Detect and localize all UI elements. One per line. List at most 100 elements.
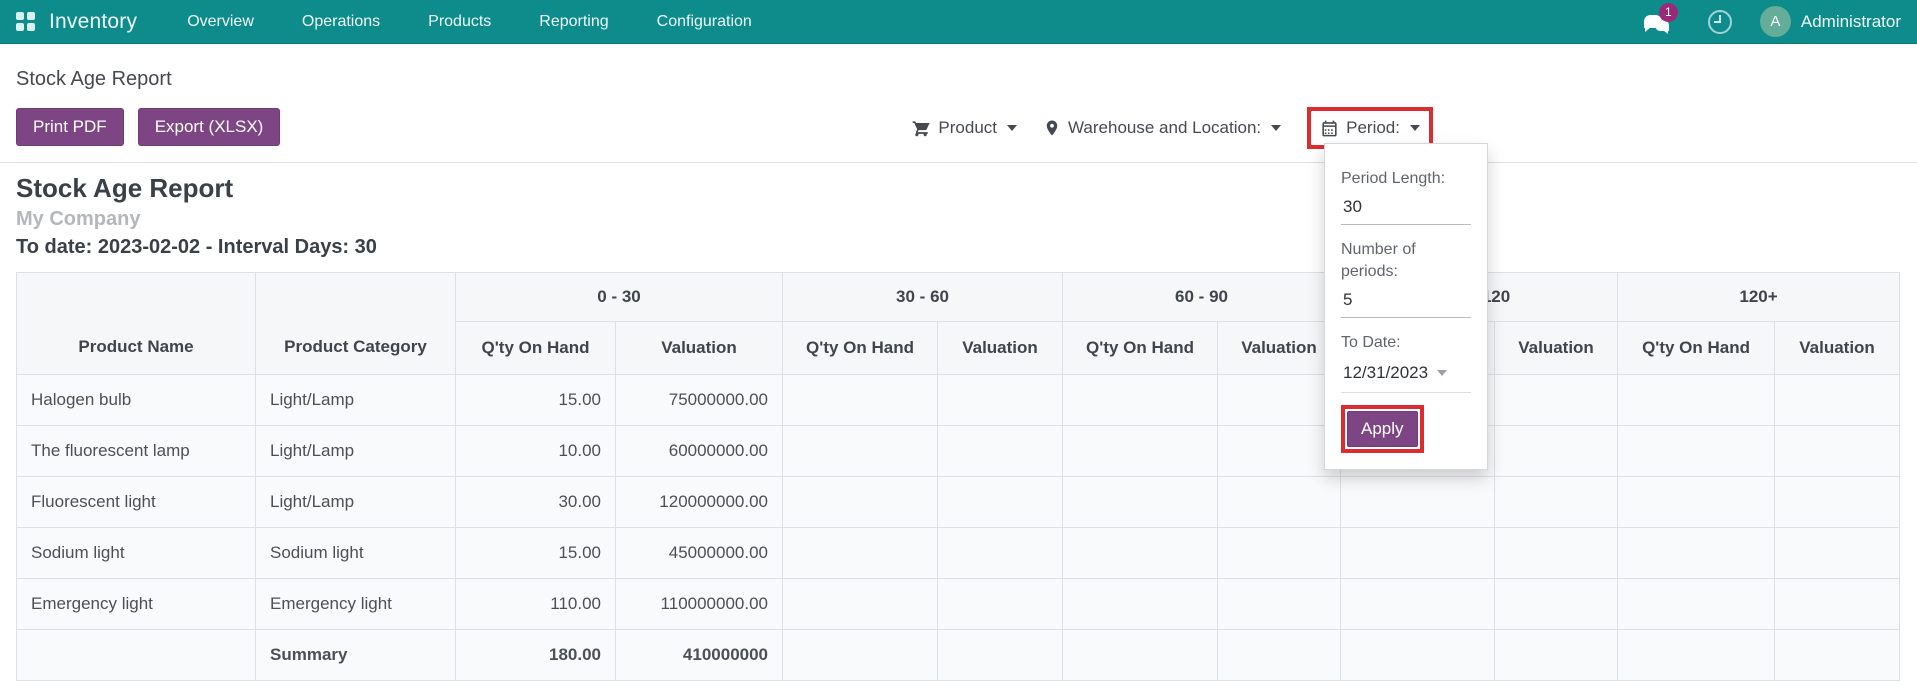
chevron-down-icon: [1271, 125, 1282, 131]
summary-cell: [1340, 629, 1496, 681]
app-title[interactable]: Inventory: [49, 10, 137, 34]
report-area: Stock Age Report My Company To date: 202…: [0, 163, 1917, 681]
number-of-periods-input[interactable]: [1341, 287, 1471, 318]
sub-header-qty: Q'ty On Hand: [1062, 321, 1219, 375]
warehouse-filter-dropdown[interactable]: Warehouse and Location:: [1043, 118, 1282, 138]
sub-header-valuation: Valuation: [1217, 321, 1342, 375]
col-header-product-name: Product Name: [16, 272, 256, 375]
user-menu[interactable]: A Administrator: [1759, 6, 1901, 37]
apps-grid-icon[interactable]: [16, 12, 35, 31]
cell: [1217, 425, 1342, 477]
product-category-cell: Light/Lamp: [255, 425, 456, 477]
product-category-cell: Sodium light: [255, 527, 456, 579]
summary-cell: [782, 629, 939, 681]
cell: 10.00: [455, 425, 616, 477]
cell: 110000000.00: [614, 578, 784, 630]
apply-button[interactable]: Apply: [1347, 411, 1418, 447]
cell: [782, 527, 939, 579]
cell: [937, 578, 1064, 630]
warehouse-filter-label: Warehouse and Location:: [1068, 118, 1262, 137]
cell: [1774, 374, 1901, 426]
activities-clock-icon[interactable]: [1707, 9, 1732, 34]
product-filter-dropdown[interactable]: Product: [911, 118, 1018, 138]
nav-item-reporting[interactable]: Reporting: [539, 13, 608, 31]
messages-button[interactable]: 1: [1643, 2, 1680, 36]
product-category-cell: Light/Lamp: [255, 476, 456, 528]
nav-item-configuration[interactable]: Configuration: [657, 13, 752, 31]
nav-item-operations[interactable]: Operations: [302, 13, 380, 31]
cell: [937, 374, 1064, 426]
cell: [1774, 476, 1901, 528]
cell: 60000000.00: [614, 425, 784, 477]
period-length-input[interactable]: [1341, 194, 1471, 225]
chevron-down-icon: [1437, 370, 1448, 376]
summary-cell: [1062, 629, 1219, 681]
summary-label-cell: Summary: [255, 629, 456, 681]
cell: [1617, 476, 1776, 528]
cell: 15.00: [455, 527, 616, 579]
nav-item-overview[interactable]: Overview: [187, 13, 254, 31]
product-filter-label: Product: [938, 118, 998, 137]
product-category-cell: Emergency light: [255, 578, 456, 630]
product-name-cell: The fluorescent lamp: [16, 425, 256, 477]
cell: [1340, 527, 1496, 579]
summary-cell: [937, 629, 1064, 681]
table-row: Halogen bulb Light/Lamp 15.00 75000000.0…: [16, 374, 1901, 426]
cell: [782, 476, 939, 528]
cell: [1494, 527, 1619, 579]
summary-cell: [1217, 629, 1342, 681]
product-name-cell: Emergency light: [16, 578, 256, 630]
cell: [1494, 578, 1619, 630]
cell: [16, 629, 256, 681]
nav-item-products[interactable]: Products: [428, 13, 491, 31]
sub-header-valuation: Valuation: [937, 321, 1064, 375]
chevron-down-icon: [1007, 125, 1018, 131]
sub-header-valuation: Valuation: [614, 321, 784, 375]
report-subtitle: To date: 2023-02-02 - Interval Days: 30: [16, 236, 377, 258]
summary-cell: 180.00: [455, 629, 616, 681]
cell: [1062, 425, 1219, 477]
sub-header-valuation: Valuation: [1774, 321, 1901, 375]
cell: [1617, 425, 1776, 477]
period-dropdown-panel: Period Length: Number of periods: To Dat…: [1324, 143, 1488, 470]
breadcrumb: Stock Age Report: [16, 68, 172, 90]
cell: [1774, 527, 1901, 579]
sub-header-qty: Q'ty On Hand: [1617, 321, 1776, 375]
cell: [1617, 374, 1776, 426]
cell: [782, 578, 939, 630]
cell: [1617, 527, 1776, 579]
export-xlsx-button[interactable]: Export (XLSX): [137, 108, 281, 146]
cell: [782, 374, 939, 426]
topbar-right: 1 A Administrator: [1643, 2, 1901, 37]
cell: 30.00: [455, 476, 616, 528]
print-pdf-button[interactable]: Print PDF: [16, 108, 124, 146]
apply-highlight-box: Apply: [1341, 405, 1424, 453]
cell: [1494, 374, 1619, 426]
to-date-value: 12/31/2023: [1343, 363, 1429, 382]
sub-header-qty: Q'ty On Hand: [455, 321, 616, 375]
summary-row: Summary 180.00 410000000: [16, 629, 1901, 681]
period-group-30-60: 30 - 60: [782, 272, 1064, 322]
report-company: My Company: [16, 208, 141, 230]
cell: 110.00: [455, 578, 616, 630]
product-name-cell: Sodium light: [16, 527, 256, 579]
stock-age-table: Product Name Product Category 0 - 30 30 …: [16, 272, 1901, 681]
cell: [1494, 425, 1619, 477]
cell: 15.00: [455, 374, 616, 426]
cell: [937, 425, 1064, 477]
col-header-product-category: Product Category: [255, 272, 456, 375]
location-pin-icon: [1046, 120, 1058, 136]
period-filter-label: Period:: [1346, 118, 1400, 137]
summary-cell: [1494, 629, 1619, 681]
cell: [1062, 527, 1219, 579]
to-date-picker[interactable]: 12/31/2023: [1341, 360, 1471, 393]
action-buttons: Print PDF Export (XLSX): [16, 108, 281, 146]
period-group-120plus: 120+: [1617, 272, 1901, 322]
main-nav: Overview Operations Products Reporting C…: [187, 13, 752, 31]
cell: 45000000.00: [614, 527, 784, 579]
cell: [1774, 578, 1901, 630]
number-of-periods-label: Number of periods:: [1341, 241, 1416, 280]
page: Inventory Overview Operations Products R…: [0, 0, 1917, 696]
summary-cell: 410000000: [614, 629, 784, 681]
cell: [937, 476, 1064, 528]
